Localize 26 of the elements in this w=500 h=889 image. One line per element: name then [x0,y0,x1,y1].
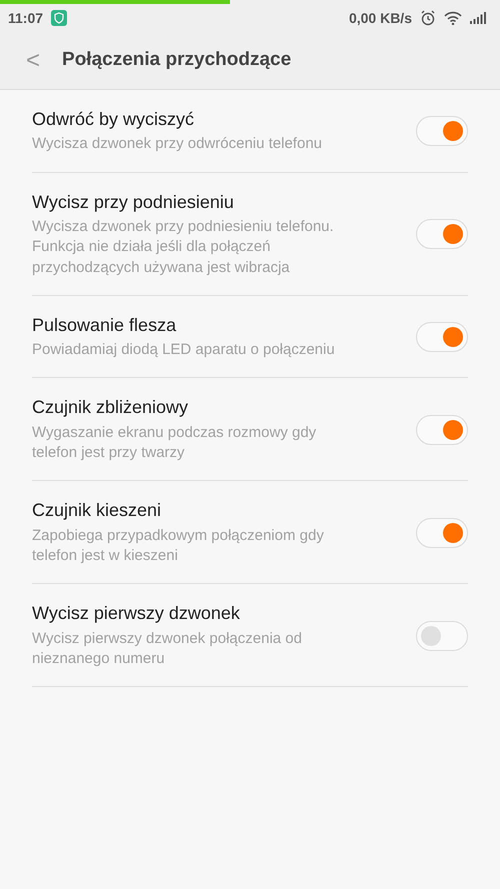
setting-title: Czujnik kieszeni [32,499,162,522]
wifi-icon [444,11,462,25]
time: 11:07 [8,8,44,28]
toggle-switch[interactable] [416,414,468,445]
toggle-switch[interactable] [416,322,468,352]
setting-description: Zapobiega przypadkowym połączeniom gdy telefon jest w kieszeni [32,526,325,566]
setting-title: Odwróć by wyciszyć [32,108,196,131]
toggle-switch[interactable] [416,620,468,651]
toggle-switch[interactable] [416,116,468,146]
setting-title: Pulsowanie flesza [32,314,178,337]
setting-title: Wycisz pierwszy dzwonek [32,602,241,626]
page-title: Połączenia przychodzące [62,48,292,72]
toggle-switch[interactable] [416,518,468,548]
setting-description: Powiadamiaj diodą LED aparatu o połączeniu [32,340,336,360]
shield-app-icon [51,10,68,26]
setting-description: Wycisza dzwonek przy odwróceniu telefonu [32,134,324,154]
setting-description: Wygaszanie ekranu podczas rozmowy gdy telefon jest przy twarzy [32,422,318,464]
signal-icon [470,12,486,24]
setting-description: Wycisza dzwonek przy podniesieniu telefonu. Funkcja nie działa jeśli dla połączeń przychodzących używana jest wibracja [32,217,335,278]
alarm-icon [420,10,436,26]
toggle-switch[interactable] [416,219,468,250]
network-speed: 0,00 KB/s [348,8,412,28]
setting-description: Wycisz pierwszy dzwonek połączenia od nieznanego numeru [32,628,303,669]
setting-title: Czujnik zbliżeniowy [32,396,190,420]
back-button[interactable]: < [22,48,44,72]
setting-title: Wycisz przy podniesieniu [32,190,235,214]
